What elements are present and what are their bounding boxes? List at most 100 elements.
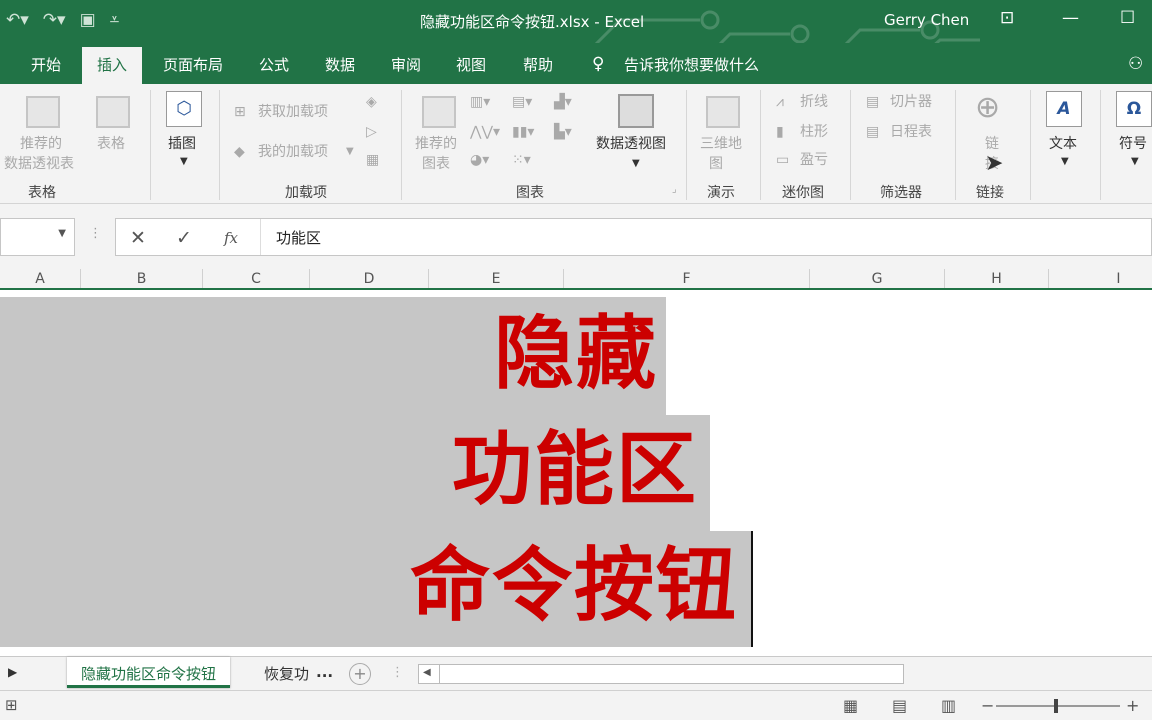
excel-window: ↶▾ ↷▾ ▣ ⩡ 隐藏功能区命令按钮.xlsx - Excel Gerry C… <box>0 0 1152 720</box>
column-header-c[interactable]: C <box>203 269 310 288</box>
lightbulb-icon[interactable]: ♀ <box>592 54 604 74</box>
tab-formulas[interactable]: 公式 <box>259 54 289 75</box>
my-addins-button[interactable]: 我的加载项 <box>258 142 328 162</box>
charts-launcher-icon[interactable]: ⌟ <box>672 180 677 200</box>
slicer-button[interactable]: 切片器 <box>890 92 932 112</box>
tab-insert[interactable]: 插入 <box>82 47 143 84</box>
new-sheet-icon[interactable]: + <box>349 663 371 685</box>
column-header-f[interactable]: F <box>564 269 810 288</box>
worksheet-grid[interactable]: 隐藏 功能区 命令按钮 <box>0 291 1152 656</box>
illustrations-button[interactable]: 插图 <box>168 134 196 154</box>
column-chart-icon[interactable]: ▥▾ <box>470 92 490 112</box>
sheet-scroll-right-icon[interactable]: ▶ <box>8 665 17 679</box>
pie-chart-icon[interactable]: ◕▾ <box>470 150 489 170</box>
illustrations-dropdown-icon[interactable]: ▼ <box>180 152 188 172</box>
bing-icon[interactable]: ▷ <box>366 122 377 142</box>
formula-bar-grip-icon[interactable]: ⋮ <box>89 226 102 241</box>
recommended-charts-button[interactable]: 推荐的 <box>415 134 457 154</box>
visio-icon[interactable]: ◈ <box>366 92 377 112</box>
waterfall-chart-icon[interactable]: ▟▾ <box>554 92 572 112</box>
zoom-slider[interactable] <box>996 699 1120 713</box>
tab-page-layout[interactable]: 页面布局 <box>163 54 223 75</box>
share-icon[interactable]: ⚇ <box>1128 54 1143 74</box>
hierarchy-chart-icon[interactable]: ▤▾ <box>512 92 532 112</box>
group-divider <box>760 90 761 200</box>
sparkline-winloss-button[interactable]: 盈亏 <box>800 150 828 170</box>
column-header-g[interactable]: G <box>810 269 945 288</box>
column-header-h[interactable]: H <box>945 269 1049 288</box>
formula-divider <box>260 219 261 255</box>
table-button[interactable]: 表格 <box>97 134 125 154</box>
zoom-slider-thumb[interactable] <box>1054 699 1058 713</box>
ribbon-display-options-icon[interactable]: ⊡ <box>1000 8 1014 28</box>
tab-data[interactable]: 数据 <box>325 54 355 75</box>
tell-me-box[interactable]: 告诉我你想要做什么 <box>624 54 759 75</box>
column-header-a[interactable]: A <box>0 269 81 288</box>
people-graph-icon[interactable]: ▦ <box>366 150 379 170</box>
line-chart-icon[interactable]: ⋀⋁▾ <box>470 122 500 142</box>
group-divider <box>850 90 851 200</box>
symbols-dropdown-icon[interactable]: ▼ <box>1131 152 1139 172</box>
sheet-tab-active[interactable]: 隐藏功能区命令按钮 <box>67 657 231 688</box>
text-button[interactable]: 文本 <box>1049 134 1077 154</box>
pivot-chart-button[interactable]: 数据透视图 <box>596 134 666 154</box>
macro-record-icon[interactable]: ⊞ <box>5 696 18 714</box>
sheet-tab-more[interactable]: ... <box>302 657 347 688</box>
tab-view[interactable]: 视图 <box>456 54 486 75</box>
scatter-chart-icon[interactable]: ⁙▾ <box>512 150 531 170</box>
sparkline-column-button[interactable]: 柱形 <box>800 122 828 142</box>
normal-view-icon[interactable]: ▦ <box>843 696 858 715</box>
get-addins-button[interactable]: 获取加载项 <box>258 102 328 122</box>
my-addins-dropdown-icon[interactable]: ▼ <box>346 142 354 162</box>
column-headers: A B C D E F G H I <box>0 269 1152 290</box>
enter-icon[interactable]: ✓ <box>176 227 192 249</box>
statistic-chart-icon[interactable]: ▮▮▾ <box>512 122 534 142</box>
map-3d-button[interactable]: 三维地 <box>700 134 742 154</box>
column-header-e[interactable]: E <box>429 269 564 288</box>
page-layout-view-icon[interactable]: ▤ <box>892 696 907 715</box>
cancel-icon[interactable]: ✕ <box>130 227 146 249</box>
group-sparklines-label: 迷你图 <box>782 185 824 201</box>
pivot-chart-icon <box>618 94 654 128</box>
undo-icon[interactable]: ↶▾ <box>6 10 29 30</box>
minimize-icon[interactable]: — <box>1062 8 1079 28</box>
recommended-pivot-button[interactable]: 推荐的 <box>20 134 62 154</box>
text-dropdown-icon[interactable]: ▼ <box>1061 152 1069 172</box>
tab-review[interactable]: 审阅 <box>391 54 421 75</box>
scroll-left-icon[interactable]: ◀ <box>423 667 431 678</box>
horizontal-scrollbar[interactable]: ◀ <box>418 664 904 684</box>
camera-icon[interactable]: ▣ <box>80 10 96 30</box>
ribbon-tabs: 开始 插入 页面布局 公式 数据 审阅 视图 帮助 ♀ 告诉我你想要做什么 ⚇ <box>0 43 1152 84</box>
maximize-icon[interactable]: ☐ <box>1120 8 1135 28</box>
zoom-out-icon[interactable]: − <box>981 696 994 715</box>
cell-text-command-buttons: 命令按钮 <box>410 539 738 632</box>
user-name[interactable]: Gerry Chen <box>884 11 969 29</box>
group-divider <box>686 90 687 200</box>
pivot-chart-dropdown-icon[interactable]: ▼ <box>632 154 640 174</box>
redo-icon[interactable]: ↷▾ <box>43 10 66 30</box>
sheet-tab-bar: ▶ 隐藏功能区命令按钮 恢复功 ... + ⋮ ◀ <box>0 656 1152 690</box>
tab-help[interactable]: 帮助 <box>523 54 553 75</box>
formula-bar-area: ▼ ⋮ ✕ ✓ fx 功能区 <box>0 204 1152 269</box>
timeline-button[interactable]: 日程表 <box>890 122 932 142</box>
symbol-icon: Ω <box>1116 91 1152 127</box>
insert-function-icon[interactable]: fx <box>224 229 238 247</box>
tab-home[interactable]: 开始 <box>31 54 61 75</box>
scrollbar-divider <box>439 665 440 683</box>
column-header-i[interactable]: I <box>1049 269 1152 288</box>
sparkline-winloss-icon: ▭ <box>776 152 790 168</box>
combo-chart-icon[interactable]: ▙▾ <box>554 122 572 142</box>
group-divider <box>150 90 151 200</box>
symbols-button[interactable]: 符号 <box>1119 134 1147 154</box>
sparkline-line-button[interactable]: 折线 <box>800 92 828 112</box>
group-filters-label: 筛选器 <box>880 185 922 201</box>
zoom-in-icon[interactable]: + <box>1126 696 1139 715</box>
column-header-d[interactable]: D <box>310 269 429 288</box>
tab-split-grip-icon[interactable]: ⋮ <box>391 665 404 680</box>
formula-input[interactable]: 功能区 <box>276 227 321 248</box>
page-break-view-icon[interactable]: ▥ <box>941 696 956 715</box>
customize-qat-icon[interactable]: ⩡ <box>110 10 120 30</box>
column-header-b[interactable]: B <box>81 269 203 288</box>
name-box[interactable]: ▼ <box>0 218 75 256</box>
name-box-dropdown-icon[interactable]: ▼ <box>58 228 66 239</box>
